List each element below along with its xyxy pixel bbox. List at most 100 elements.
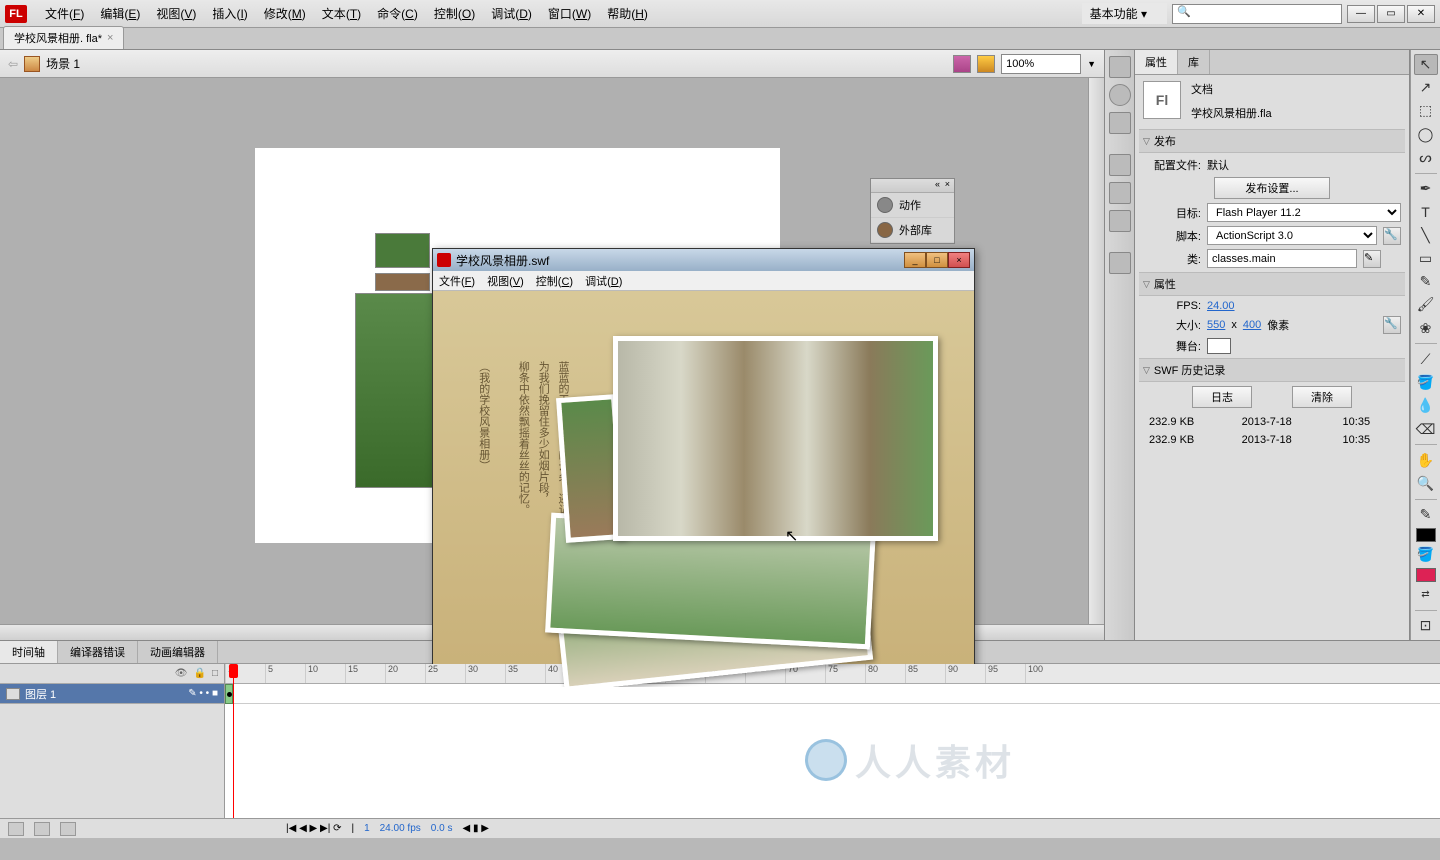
- section-swf-history[interactable]: ▽SWF 历史记录: [1139, 358, 1405, 382]
- swf-maximize-button[interactable]: □: [926, 252, 948, 268]
- fill-swatch[interactable]: [1416, 568, 1436, 582]
- tab-timeline[interactable]: 时间轴: [0, 641, 58, 663]
- search-input[interactable]: 🔍: [1172, 4, 1342, 24]
- size-settings-button[interactable]: 🔧: [1383, 316, 1401, 334]
- log-button[interactable]: 日志: [1192, 386, 1252, 408]
- current-frame: 1: [364, 823, 370, 834]
- eyedropper-tool[interactable]: 💧: [1414, 396, 1438, 416]
- tab-properties[interactable]: 属性: [1135, 50, 1178, 74]
- section-properties[interactable]: ▽属性: [1139, 272, 1405, 296]
- swf-menu-view[interactable]: 视图(V): [487, 273, 524, 289]
- menu-help[interactable]: 帮助(H): [599, 1, 656, 26]
- swf-minimize-button[interactable]: _: [904, 252, 926, 268]
- lasso-tool[interactable]: ᔕ: [1414, 147, 1438, 167]
- strip-presets-icon[interactable]: [1109, 252, 1131, 274]
- free-transform-tool[interactable]: ⬚: [1414, 101, 1438, 121]
- menu-debug[interactable]: 调试(D): [483, 1, 540, 26]
- class-input[interactable]: [1207, 249, 1357, 268]
- actions-panel-titlebar[interactable]: «×: [871, 179, 954, 193]
- layer-row[interactable]: 图层 1 ✎ • • ■: [0, 684, 224, 704]
- fill-color[interactable]: 🪣: [1414, 545, 1438, 565]
- swf-menu-file[interactable]: 文件(F): [439, 273, 475, 289]
- strip-transform-icon[interactable]: [1109, 112, 1131, 134]
- new-layer-button[interactable]: [8, 822, 24, 836]
- actions-panel-actions[interactable]: 动作: [871, 193, 954, 218]
- strip-library-icon[interactable]: [1109, 154, 1131, 176]
- stroke-swatch[interactable]: [1416, 528, 1436, 542]
- zoom-tool[interactable]: 🔍: [1414, 473, 1438, 493]
- menu-window[interactable]: 窗口(W): [540, 1, 599, 26]
- options-snap[interactable]: ⊡: [1414, 616, 1438, 636]
- menu-edit[interactable]: 编辑(E): [92, 1, 148, 26]
- selection-tool[interactable]: ↖: [1414, 54, 1438, 75]
- scrollbar-vertical[interactable]: [1088, 78, 1104, 624]
- pen-tool[interactable]: ✒: [1414, 178, 1438, 198]
- swf-close-button[interactable]: ×: [948, 252, 970, 268]
- eraser-tool[interactable]: ⌫: [1414, 419, 1438, 439]
- new-folder-button[interactable]: [34, 822, 50, 836]
- zoom-arrow-icon[interactable]: ▼: [1087, 59, 1096, 69]
- close-button[interactable]: ✕: [1407, 5, 1435, 23]
- back-arrow-icon[interactable]: ⇦: [8, 57, 18, 71]
- workspace-dropdown[interactable]: 基本功能 ▾: [1082, 3, 1167, 24]
- 3d-rotation-tool[interactable]: ◯: [1414, 124, 1438, 144]
- hand-tool[interactable]: ✋: [1414, 450, 1438, 470]
- actions-panel-external-library[interactable]: 外部库: [871, 218, 954, 243]
- pencil-tool[interactable]: ✎: [1414, 272, 1438, 292]
- close-tab-icon[interactable]: ×: [107, 32, 113, 44]
- line-tool[interactable]: ╲: [1414, 225, 1438, 245]
- timeline-track[interactable]: [225, 684, 1440, 704]
- stroke-color[interactable]: ✎: [1414, 504, 1438, 524]
- menu-text[interactable]: 文本(T): [314, 1, 369, 26]
- tab-library[interactable]: 库: [1178, 50, 1210, 74]
- script-settings-button[interactable]: 🔧: [1383, 227, 1401, 245]
- deco-tool[interactable]: ❀: [1414, 318, 1438, 338]
- menu-insert[interactable]: 插入(I): [204, 1, 255, 26]
- eye-icon[interactable]: 👁: [175, 668, 188, 679]
- outline-icon[interactable]: □: [212, 668, 218, 679]
- swf-menu-control[interactable]: 控制(C): [536, 273, 573, 289]
- strip-align-icon[interactable]: [1109, 56, 1131, 78]
- target-dropdown[interactable]: Flash Player 11.2: [1207, 203, 1401, 222]
- tab-compiler-errors[interactable]: 编译器错误: [58, 641, 138, 663]
- timeline-frames[interactable]: 1510152025303540455055606570758085909510…: [225, 664, 1440, 818]
- menu-view[interactable]: 视图(V): [148, 1, 204, 26]
- class-edit-button[interactable]: ✎: [1363, 250, 1381, 268]
- clear-button[interactable]: 清除: [1292, 386, 1352, 408]
- menu-commands[interactable]: 命令(C): [369, 1, 426, 26]
- paint-bucket-tool[interactable]: 🪣: [1414, 372, 1438, 392]
- fps-value[interactable]: 24.00: [1207, 300, 1235, 312]
- minimize-button[interactable]: —: [1347, 5, 1375, 23]
- publish-settings-button[interactable]: 发布设置...: [1214, 177, 1329, 199]
- keyframe-1[interactable]: [225, 684, 233, 704]
- menu-file[interactable]: 文件(F): [37, 1, 92, 26]
- maximize-button[interactable]: ▭: [1377, 5, 1405, 23]
- delete-layer-button[interactable]: [60, 822, 76, 836]
- text-tool[interactable]: T: [1414, 202, 1438, 222]
- rectangle-tool[interactable]: ▭: [1414, 248, 1438, 268]
- menu-modify[interactable]: 修改(M): [256, 1, 314, 26]
- edit-symbol-icon[interactable]: [977, 55, 995, 73]
- swf-titlebar[interactable]: 学校风景相册.swf _ □ ×: [433, 249, 974, 271]
- section-publish[interactable]: ▽发布: [1139, 129, 1405, 153]
- tab-motion-editor[interactable]: 动画编辑器: [138, 641, 218, 663]
- document-tab[interactable]: 学校风景相册. fla* ×: [3, 26, 124, 49]
- size-width[interactable]: 550: [1207, 319, 1225, 331]
- bone-tool[interactable]: ⟋: [1414, 349, 1438, 369]
- swap-colors[interactable]: ⇄: [1414, 585, 1438, 605]
- stage-color-swatch[interactable]: [1207, 338, 1231, 354]
- swf-content: 蓝蓝的天空，白白的云朵，还记得操场上奔跑的身影， 为我们挽留住多少如烟片段， 柳…: [433, 291, 974, 687]
- strip-swatches-icon[interactable]: [1109, 210, 1131, 232]
- edit-scene-icon[interactable]: [953, 55, 971, 73]
- zoom-dropdown[interactable]: [1001, 54, 1081, 74]
- strip-color-icon[interactable]: [1109, 182, 1131, 204]
- script-dropdown[interactable]: ActionScript 3.0: [1207, 226, 1377, 245]
- playhead[interactable]: [233, 664, 234, 818]
- menu-control[interactable]: 控制(O): [426, 1, 483, 26]
- subselection-tool[interactable]: ↗: [1414, 78, 1438, 98]
- swf-menu-debug[interactable]: 调试(D): [585, 273, 622, 289]
- strip-info-icon[interactable]: [1109, 84, 1131, 106]
- lock-icon[interactable]: 🔒: [194, 668, 206, 679]
- brush-tool[interactable]: 🖌: [1414, 295, 1438, 315]
- size-height[interactable]: 400: [1243, 319, 1261, 331]
